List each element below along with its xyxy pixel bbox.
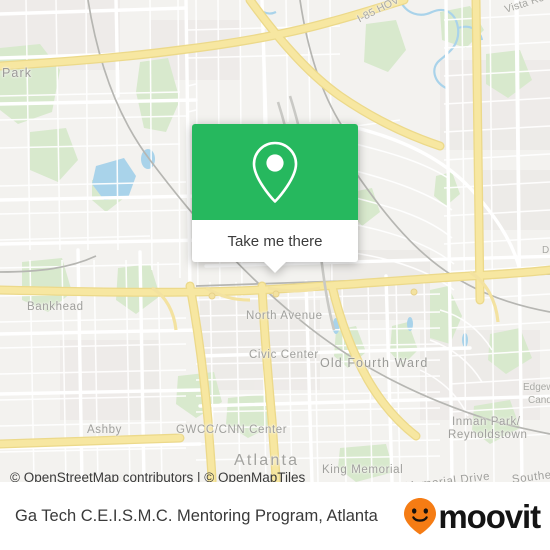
popup-header — [192, 124, 358, 220]
footer-bar: Ga Tech C.E.I.S.M.C. Mentoring Program, … — [0, 482, 550, 550]
location-popup-card[interactable]: Take me there — [192, 124, 358, 273]
moovit-wordmark: moovit — [438, 497, 541, 535]
moovit-brand[interactable]: moovit — [403, 497, 541, 535]
map-pin-icon — [252, 141, 298, 203]
take-me-there-label: Take me there — [227, 232, 323, 250]
popup-tail-pointer — [264, 262, 286, 273]
page-title: Ga Tech C.E.I.S.M.C. Mentoring Program, … — [15, 506, 378, 525]
moovit-smiley-pin-icon — [404, 498, 437, 535]
moovit-map-screen: Park I-85 HOV Vista Ro D Bankhead North Avenu… — [0, 0, 550, 550]
popup-footer[interactable]: Take me there — [192, 220, 358, 262]
